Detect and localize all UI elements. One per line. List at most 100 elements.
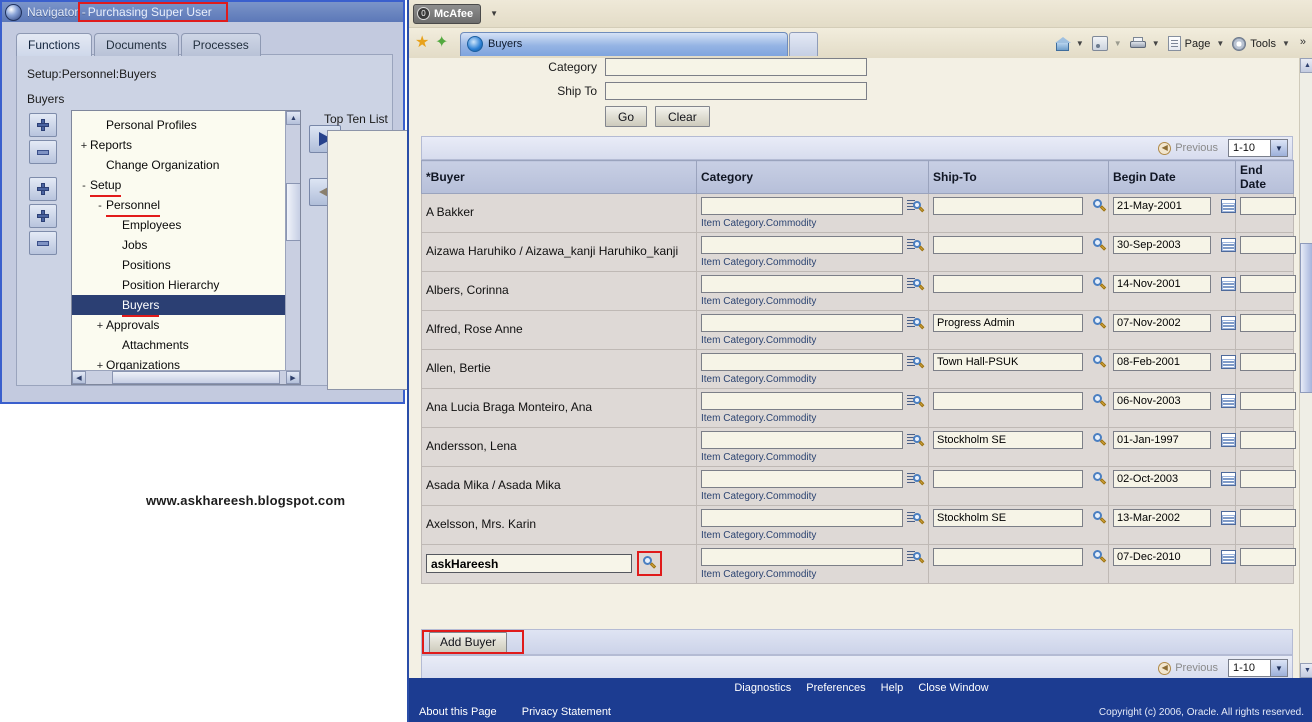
go-button[interactable]: Go (605, 106, 648, 127)
column-header-end-date[interactable]: End Date (1235, 160, 1294, 194)
shipto-search-icon[interactable] (1092, 549, 1107, 565)
category-lov-icon[interactable] (907, 277, 925, 292)
tree-vertical-scrollbar[interactable]: ▲ ▼ (285, 111, 300, 384)
calendar-icon[interactable] (1221, 199, 1236, 213)
collapse-all-button[interactable] (29, 231, 57, 255)
scroll-up-arrow-icon[interactable]: ▲ (286, 111, 300, 125)
category-hint-link[interactable]: Item Category.Commodity (701, 296, 924, 307)
shipto-input[interactable] (933, 236, 1083, 254)
chevron-down-icon[interactable]: ▼ (1270, 660, 1287, 676)
shipto-input[interactable] (933, 548, 1083, 566)
calendar-icon[interactable] (1221, 355, 1236, 369)
page-vertical-scrollbar[interactable]: ▲ ▼ (1299, 58, 1312, 678)
category-input[interactable] (701, 470, 903, 488)
category-input[interactable] (701, 509, 903, 527)
row-range-select-top[interactable]: 1-10 ▼ (1228, 139, 1288, 157)
scroll-left-arrow-icon[interactable]: ◀ (72, 371, 86, 384)
scroll-right-arrow-icon[interactable]: ▶ (286, 371, 300, 384)
tree-scroll-thumb[interactable] (286, 183, 300, 241)
end-date-input[interactable] (1240, 509, 1296, 527)
buyer-search-icon[interactable] (637, 551, 662, 576)
column-header-category[interactable]: Category (696, 160, 929, 194)
calendar-icon[interactable] (1221, 511, 1236, 525)
feeds-button[interactable] (1091, 36, 1109, 51)
footer-link-help[interactable]: Help (881, 682, 904, 694)
category-lov-icon[interactable] (907, 550, 925, 565)
begin-date-input[interactable] (1113, 353, 1211, 371)
column-header-buyer[interactable]: *Buyer (421, 160, 697, 194)
category-hint-link[interactable]: Item Category.Commodity (701, 257, 924, 268)
begin-date-input[interactable] (1113, 197, 1211, 215)
tools-menu-button[interactable]: Tools (1231, 36, 1277, 51)
calendar-icon[interactable] (1221, 550, 1236, 564)
category-lov-icon[interactable] (907, 316, 925, 331)
tree-horizontal-scrollbar[interactable]: ◀ ▶ (72, 370, 300, 384)
end-date-input[interactable] (1240, 314, 1296, 332)
favorites-star-icon[interactable]: ★ (415, 35, 432, 52)
begin-date-input[interactable] (1113, 392, 1211, 410)
top-ten-list-box[interactable] (327, 130, 412, 390)
previous-control-top[interactable]: ◀ Previous 1-10 ▼ (1158, 139, 1288, 157)
expand-branch-button[interactable] (29, 177, 57, 201)
begin-date-input[interactable] (1113, 431, 1211, 449)
tab-documents[interactable]: Documents (94, 33, 179, 56)
shipto-search-icon[interactable] (1092, 432, 1107, 448)
page-scroll-down-icon[interactable]: ▼ (1300, 663, 1312, 678)
shipto-search-icon[interactable] (1092, 198, 1107, 214)
category-input[interactable] (701, 431, 903, 449)
tree-node-position-hierarchy[interactable]: Position Hierarchy (72, 275, 300, 295)
category-input[interactable] (701, 392, 903, 410)
tree-node-buyers[interactable]: Buyers (72, 295, 300, 317)
category-lov-icon[interactable] (907, 433, 925, 448)
browser-tab-buyers[interactable]: Buyers (460, 31, 788, 56)
calendar-icon[interactable] (1221, 277, 1236, 291)
collapse-toggle-icon[interactable]: - (78, 176, 90, 196)
buyer-name-input[interactable] (426, 554, 632, 573)
begin-date-input[interactable] (1113, 470, 1211, 488)
category-hint-link[interactable]: Item Category.Commodity (701, 218, 924, 229)
tab-processes[interactable]: Processes (180, 33, 261, 56)
end-date-input[interactable] (1240, 392, 1296, 410)
navigator-tree[interactable]: Personal Profiles + Reports Change Organiza… (71, 110, 301, 385)
calendar-icon[interactable] (1221, 433, 1236, 447)
category-lov-icon[interactable] (907, 394, 925, 409)
category-input[interactable] (701, 197, 903, 215)
calendar-icon[interactable] (1221, 238, 1236, 252)
begin-date-input[interactable] (1113, 314, 1211, 332)
category-input[interactable] (701, 236, 903, 254)
expand-toggle-icon[interactable]: + (94, 316, 106, 336)
home-button[interactable] (1054, 36, 1071, 51)
footer-link-about-this-page[interactable]: About this Page (419, 706, 497, 718)
begin-date-input[interactable] (1113, 548, 1211, 566)
column-header-begin-date[interactable]: Begin Date (1108, 160, 1236, 194)
expand-node-button[interactable] (29, 113, 57, 137)
shipto-input[interactable] (933, 431, 1083, 449)
category-lov-icon[interactable] (907, 238, 925, 253)
shipto-input[interactable] (933, 509, 1083, 527)
category-hint-link[interactable]: Item Category.Commodity (701, 335, 924, 346)
end-date-input[interactable] (1240, 236, 1296, 254)
shipto-input[interactable] (933, 197, 1083, 215)
category-input[interactable] (701, 275, 903, 293)
shipto-search-icon[interactable] (1092, 276, 1107, 292)
shipto-search-icon[interactable] (1092, 237, 1107, 253)
mcafee-siteadvisor-button[interactable]: 0 McAfee (413, 3, 482, 24)
expand-all-button[interactable] (29, 204, 57, 228)
print-button[interactable] (1129, 37, 1147, 50)
search-category-input[interactable] (605, 58, 867, 76)
calendar-icon[interactable] (1221, 472, 1236, 486)
begin-date-input[interactable] (1113, 275, 1211, 293)
page-chevron-down-icon[interactable]: ▼ (1216, 39, 1224, 48)
footer-link-preferences[interactable]: Preferences (806, 682, 865, 694)
end-date-input[interactable] (1240, 548, 1296, 566)
page-scroll-up-icon[interactable]: ▲ (1300, 58, 1312, 73)
tab-functions[interactable]: Functions (16, 33, 93, 56)
add-favorite-icon[interactable]: ✦ (435, 35, 452, 52)
category-hint-link[interactable]: Item Category.Commodity (701, 452, 924, 463)
tree-node-personnel[interactable]: - Personnel (72, 195, 300, 217)
category-input[interactable] (701, 353, 903, 371)
end-date-input[interactable] (1240, 470, 1296, 488)
end-date-input[interactable] (1240, 197, 1296, 215)
toolbar-overflow-icon[interactable]: » (1300, 36, 1306, 48)
shipto-search-icon[interactable] (1092, 354, 1107, 370)
